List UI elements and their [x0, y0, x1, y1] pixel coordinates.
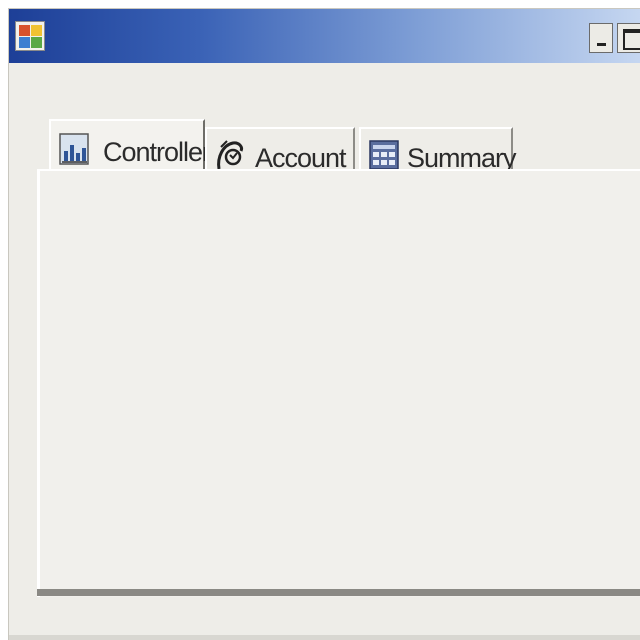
panel-bottom-border [37, 589, 640, 596]
minimize-button[interactable] [589, 23, 613, 53]
tab-content-panel [37, 169, 640, 597]
window-bottom-edge [9, 635, 640, 640]
summary-table-icon [369, 140, 399, 170]
account-icon [217, 140, 243, 170]
maximize-button[interactable] [617, 23, 640, 53]
application-window: Controller Account Summary [8, 8, 640, 640]
title-bar[interactable] [9, 9, 640, 63]
app-icon[interactable] [15, 21, 45, 51]
tab-label-controller: Controller [103, 137, 211, 167]
controller-chart-icon [59, 133, 89, 165]
